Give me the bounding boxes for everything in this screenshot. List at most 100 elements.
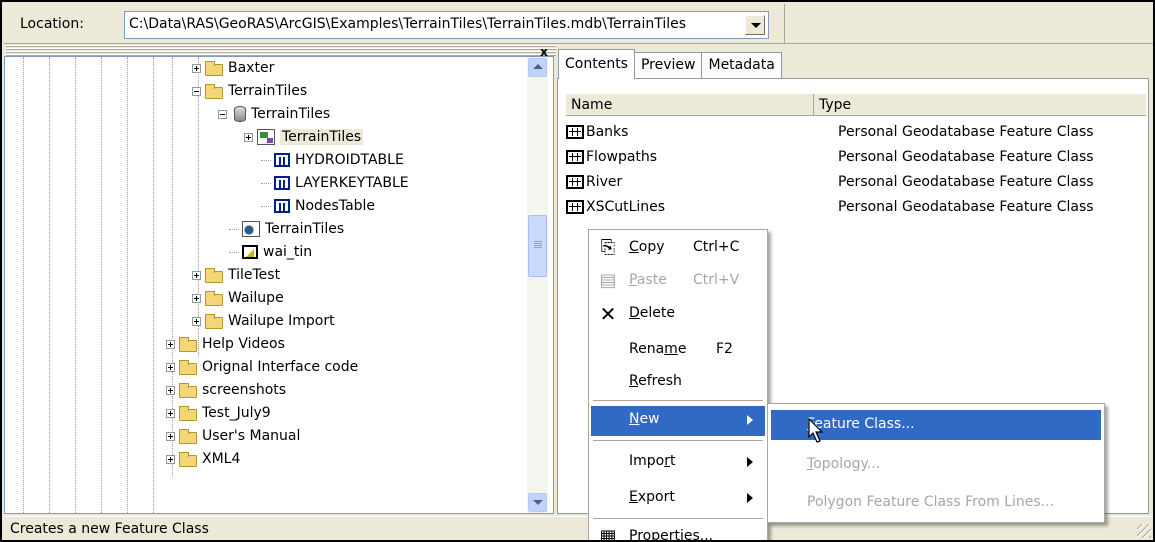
scroll-down-arrow-icon[interactable] (528, 493, 547, 512)
tree-item[interactable]: TerrainTiles (218, 103, 330, 125)
tree-item[interactable]: Help Videos (166, 333, 285, 355)
tree-item-label: Orignal Interface code (202, 359, 359, 375)
tree-item[interactable]: LAYERKEYTABLE (261, 172, 409, 194)
tree-item-label: HYDROIDTABLE (295, 152, 404, 168)
feature-class-icon (566, 125, 584, 139)
list-item[interactable]: River Personal Geodatabase Feature Class (566, 170, 1146, 194)
tab-contents[interactable]: Contents (558, 49, 635, 79)
expand-icon[interactable] (192, 270, 201, 280)
menu-separator (593, 400, 763, 401)
tree-item[interactable]: Test_July9 (166, 402, 271, 424)
tree-item-selected[interactable]: TerrainTiles (244, 126, 364, 148)
location-combo[interactable]: C:\Data\RAS\GeoRAS\ArcGIS\Examples\Terra… (124, 11, 769, 39)
tab-preview[interactable]: Preview (633, 52, 703, 79)
resize-grip-icon[interactable] (1137, 524, 1151, 538)
menu-item-paste[interactable]: ▤ Paste Ctrl+V (591, 267, 765, 295)
tree-item[interactable]: TileTest (192, 264, 280, 286)
tree-item[interactable]: Orignal Interface code (166, 356, 358, 378)
tree-item[interactable]: XML4 (166, 448, 240, 470)
tree-item-label: LAYERKEYTABLE (295, 175, 409, 191)
menu-item-label: Delete (629, 305, 675, 321)
folder-icon (205, 313, 223, 329)
mouse-pointer-icon (808, 418, 824, 443)
tree-item[interactable]: HYDROIDTABLE (261, 149, 404, 171)
tree-item[interactable]: User's Manual (166, 425, 300, 447)
menu-item-new[interactable]: New (591, 406, 765, 436)
column-header-type[interactable]: Type (814, 94, 1146, 116)
expand-icon[interactable] (166, 408, 175, 418)
folder-icon (179, 451, 197, 467)
tree-item[interactable]: wai_tin (229, 241, 312, 263)
expand-icon[interactable] (166, 385, 175, 395)
column-header-name[interactable]: Name (566, 94, 814, 116)
tree-item[interactable]: Wailupe (192, 287, 284, 309)
collapse-icon[interactable] (218, 109, 227, 119)
tree-guide-line (127, 57, 128, 513)
menu-item-rename[interactable]: Rename F2 (591, 336, 765, 364)
scroll-thumb[interactable] (528, 215, 547, 277)
menu-item-label: Import (629, 453, 676, 469)
tree-item[interactable]: TerrainTiles (192, 80, 307, 102)
catalog-tree[interactable]: Baxter TerrainTiles TerrainTiles Terrain… (4, 56, 554, 514)
folder-icon (179, 382, 197, 398)
list-item-name: XSCutLines (586, 199, 666, 215)
tree-item-label: Help Videos (202, 336, 285, 352)
folder-icon (179, 359, 197, 375)
tree-item-label: TileTest (228, 267, 281, 283)
menu-item-export[interactable]: Export (591, 484, 765, 512)
feature-class-icon (566, 200, 584, 214)
tab-metadata[interactable]: Metadata (701, 52, 782, 79)
tree-pane-grip[interactable] (6, 45, 556, 56)
list-item[interactable]: XSCutLines Personal Geodatabase Feature … (566, 195, 1146, 219)
list-item-name: Flowpaths (586, 149, 658, 165)
tree-item[interactable]: screenshots (166, 379, 286, 401)
view-tabs: Contents Preview Metadata (558, 49, 782, 79)
menu-item-copy[interactable]: ⎘ Copy Ctrl+C (591, 234, 765, 262)
toolbar-separator (784, 4, 785, 44)
tree-item-label: User's Manual (202, 428, 301, 444)
menu-item-topology[interactable]: Topology... (771, 450, 1101, 480)
menu-item-import[interactable]: Import (591, 448, 765, 476)
tree-item-label: Wailupe (228, 290, 284, 306)
tree-item-label: Wailupe Import (228, 313, 335, 329)
folder-icon (205, 290, 223, 306)
expand-icon[interactable] (192, 63, 201, 73)
tree-item[interactable]: NodesTable (261, 195, 375, 217)
expand-icon[interactable] (192, 316, 201, 326)
arccatalog-window: Location: C:\Data\RAS\GeoRAS\ArcGIS\Exam… (0, 0, 1155, 542)
list-item-name: River (586, 174, 623, 190)
menu-item-polygon-from-lines[interactable]: Polygon Feature Class From Lines... (771, 488, 1101, 518)
menu-item-label: Refresh (629, 373, 682, 389)
list-item[interactable]: Flowpaths Personal Geodatabase Feature C… (566, 145, 1146, 169)
list-item-name: Banks (586, 124, 629, 140)
expand-icon[interactable] (166, 362, 175, 372)
menu-item-refresh[interactable]: Refresh (591, 368, 765, 396)
collapse-icon[interactable] (192, 86, 201, 96)
list-item[interactable]: Banks Personal Geodatabase Feature Class (566, 120, 1146, 144)
tree-scrollbar[interactable] (527, 57, 548, 513)
tree-connector (261, 159, 271, 161)
location-path[interactable]: C:\Data\RAS\GeoRAS\ArcGIS\Examples\Terra… (129, 16, 686, 32)
tree-connector (229, 251, 239, 253)
expand-icon[interactable] (192, 293, 201, 303)
list-item-type: Personal Geodatabase Feature Class (838, 199, 1094, 215)
expand-icon[interactable] (244, 132, 253, 142)
folder-icon (205, 267, 223, 283)
tree-item[interactable]: Baxter (192, 57, 274, 79)
location-dropdown-button[interactable] (745, 15, 765, 35)
expand-icon[interactable] (166, 339, 175, 349)
tree-item[interactable]: Wailupe Import (192, 310, 335, 332)
folder-icon (205, 83, 223, 99)
folder-icon (179, 336, 197, 352)
catalog-tree-viewport: Baxter TerrainTiles TerrainTiles Terrain… (5, 57, 527, 513)
menu-item-properties[interactable]: ▦ Properties... (591, 523, 765, 541)
tree-item[interactable]: TerrainTiles (229, 218, 344, 240)
tree-connector (229, 228, 239, 230)
tree-guide-line (49, 57, 50, 513)
expand-icon[interactable] (166, 431, 175, 441)
menu-item-delete[interactable]: ✕ Delete (591, 300, 765, 328)
feature-dataset-icon (257, 129, 275, 145)
expand-icon[interactable] (166, 454, 175, 464)
scroll-up-arrow-icon[interactable] (528, 58, 547, 77)
menu-item-label: Topology... (807, 456, 881, 472)
